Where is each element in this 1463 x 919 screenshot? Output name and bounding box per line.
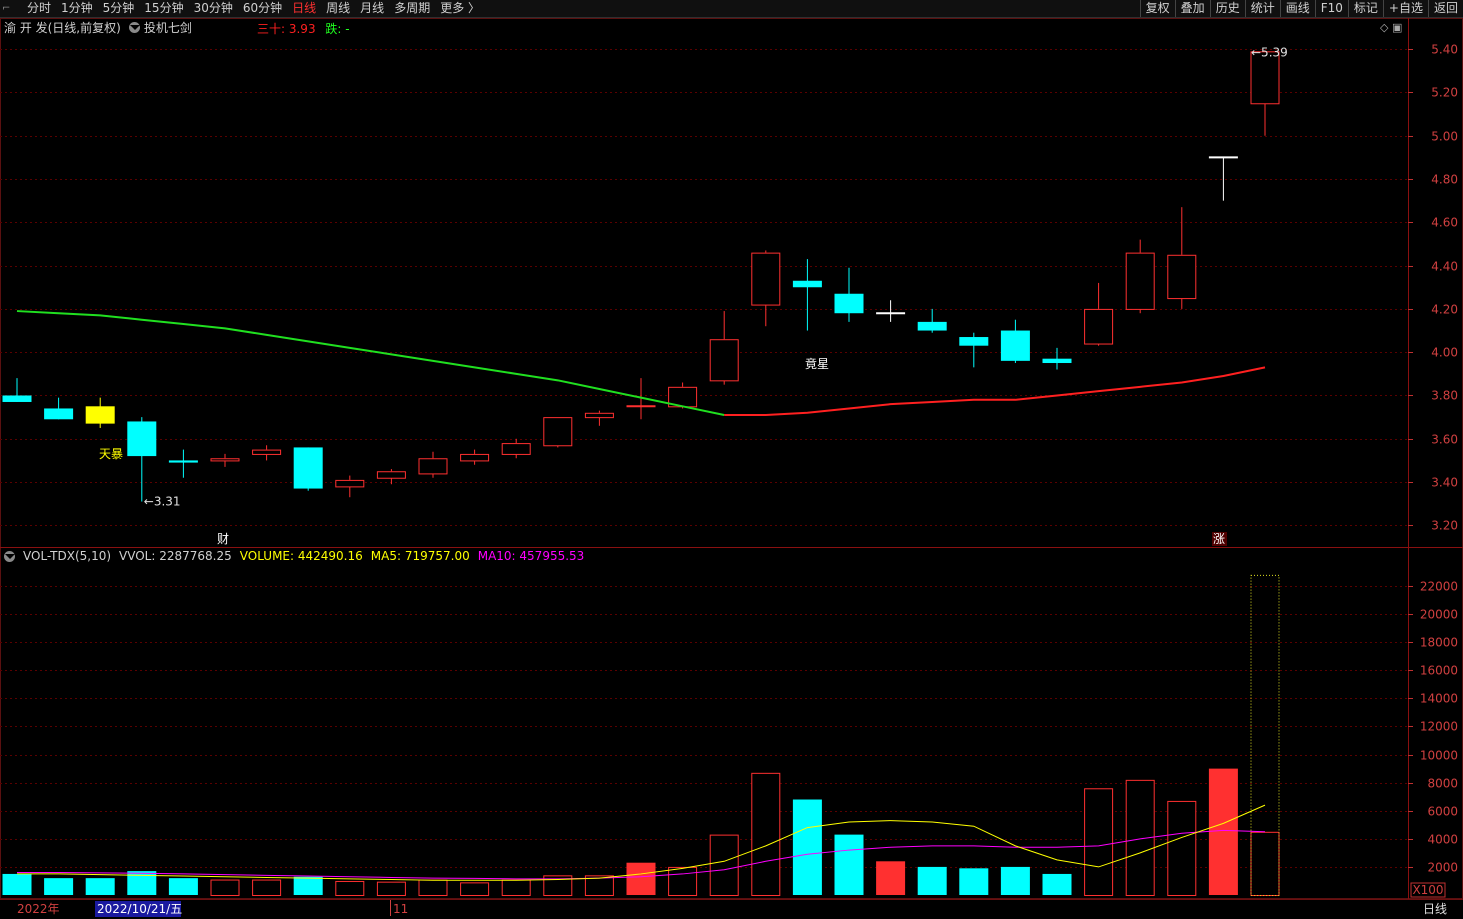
candle-body-11 xyxy=(460,453,490,462)
price-tick-label-1: 3.40 xyxy=(1431,476,1458,490)
volume-unit-label: X100 xyxy=(1412,883,1443,897)
finance-marker: 财 xyxy=(217,532,229,546)
candle-body-30 xyxy=(1250,51,1280,105)
limit-up-marker: 涨 xyxy=(1213,531,1225,546)
candle-body-18 xyxy=(751,252,781,306)
volume-tick-label-1: 4000 xyxy=(1427,833,1458,847)
volume-bar-10 xyxy=(418,879,448,896)
candle-body-7 xyxy=(293,447,323,489)
volume-bar-11 xyxy=(460,882,490,896)
candle-body-12 xyxy=(501,443,531,455)
volume-bar-6 xyxy=(252,879,282,896)
volume-bar-5 xyxy=(210,879,240,896)
date-cursor-label: 2022/10/21/五 xyxy=(97,902,182,916)
candle-body-4 xyxy=(168,460,198,463)
high-price-label: ←5.39 xyxy=(1251,45,1288,59)
volume-tick-label-6: 14000 xyxy=(1420,692,1458,706)
period-label: 日线 xyxy=(1423,902,1447,916)
month-label: 11 xyxy=(393,902,408,916)
volume-bar-7 xyxy=(293,876,323,895)
candle-body-27 xyxy=(1125,252,1155,310)
price-tick-label-6: 4.40 xyxy=(1431,260,1458,274)
volume-bar-18 xyxy=(751,772,781,896)
volume-bar-0 xyxy=(2,873,32,895)
candle-body-1 xyxy=(44,408,74,420)
price-tick-label-11: 5.40 xyxy=(1431,43,1458,57)
candle-body-6 xyxy=(252,449,282,455)
tianbao-signal: 天暴 xyxy=(99,447,123,461)
volume-bar-26 xyxy=(1084,788,1114,897)
volume-bar-8 xyxy=(335,880,365,897)
candle-body-20 xyxy=(834,293,864,314)
volume-tick-label-8: 18000 xyxy=(1420,636,1458,650)
volume-bar-24 xyxy=(1000,866,1030,895)
volume-bar-15 xyxy=(626,862,656,895)
volume-bar-22 xyxy=(917,866,947,895)
ma30-line-green xyxy=(16,310,725,416)
volume-tick-label-0: 2000 xyxy=(1427,861,1458,875)
candle-body-17 xyxy=(709,339,739,382)
candle-body-5 xyxy=(210,458,240,462)
candle-body-19 xyxy=(792,280,822,288)
volume-bar-20 xyxy=(834,834,864,895)
ma30-line-red xyxy=(724,366,1266,416)
candle-body-22 xyxy=(917,321,947,331)
price-tick-label-0: 3.20 xyxy=(1431,519,1458,533)
low-price-label: ←3.31 xyxy=(144,495,181,509)
price-tick-label-9: 5.00 xyxy=(1431,130,1458,144)
price-tick-label-3: 3.80 xyxy=(1431,389,1458,403)
candle-body-14 xyxy=(584,412,614,419)
jingxing-signal: 竟星 xyxy=(805,357,829,371)
volume-tick-label-5: 12000 xyxy=(1420,720,1458,734)
price-tick-label-8: 4.80 xyxy=(1431,173,1458,187)
volume-tick-label-4: 10000 xyxy=(1420,749,1458,763)
candle-body-9 xyxy=(376,471,406,479)
price-tick-label-7: 4.60 xyxy=(1431,216,1458,230)
volume-tick-label-7: 16000 xyxy=(1420,664,1458,678)
volume-tick-label-3: 8000 xyxy=(1427,777,1458,791)
candle-body-10 xyxy=(418,458,448,475)
volume-bar-17 xyxy=(709,834,739,896)
candle-body-26 xyxy=(1084,308,1114,345)
volume-bar-25 xyxy=(1042,873,1072,895)
volume-bar-2 xyxy=(85,878,115,895)
candle-body-24 xyxy=(1000,330,1030,361)
volume-bar-23 xyxy=(959,868,989,895)
price-tick-label-4: 4.00 xyxy=(1431,346,1458,360)
price-tick-label-10: 5.20 xyxy=(1431,86,1458,100)
volume-bar-9 xyxy=(376,881,406,896)
volume-tick-label-2: 6000 xyxy=(1427,805,1458,819)
candle-body-3 xyxy=(127,421,157,457)
volume-bar-29 xyxy=(1208,768,1238,895)
volume-tick-label-9: 20000 xyxy=(1420,608,1458,622)
candle-body-0 xyxy=(2,395,32,402)
candle-body-13 xyxy=(543,417,573,447)
kline-chart[interactable]: 3.20 3.40 3.60 3.80 4.00 4.20 4.40 4.60 4.80 5.00… xyxy=(0,0,1463,919)
volume-bar-4 xyxy=(168,878,198,895)
volume-bar-19 xyxy=(792,799,822,895)
volume-tick-label-10: 22000 xyxy=(1420,580,1458,594)
volume-bar-28 xyxy=(1167,800,1197,897)
price-tick-label-5: 4.20 xyxy=(1431,303,1458,317)
volume-bar-30 xyxy=(1250,831,1280,897)
volume-bar-12 xyxy=(501,879,531,896)
volume-bar-21 xyxy=(876,861,906,895)
candle-body-2 xyxy=(85,406,115,424)
volume-bar-16 xyxy=(668,866,698,897)
price-tick-label-2: 3.60 xyxy=(1431,433,1458,447)
candle-body-28 xyxy=(1167,254,1197,300)
volume-bar-1 xyxy=(44,878,74,895)
candle-body-8 xyxy=(335,479,365,488)
candle-body-23 xyxy=(959,337,989,346)
year-label: 2022年 xyxy=(17,902,60,916)
candle-body-25 xyxy=(1042,358,1072,364)
